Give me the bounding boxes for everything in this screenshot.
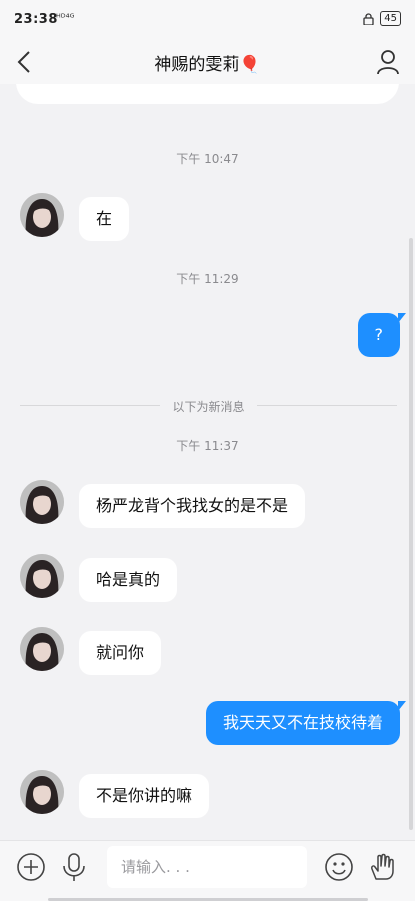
new-messages-divider: 以下为新消息	[20, 398, 397, 414]
lock-icon	[363, 12, 374, 25]
message-bubble-incoming[interactable]: 在	[79, 197, 130, 241]
divider-label: 以下为新消息	[172, 400, 245, 414]
balloon-emoji: 🎈	[239, 55, 261, 75]
message-bubble-incoming[interactable]: 杨严龙背个我找女的是不是	[79, 484, 306, 528]
chat-title: 神赐的雯莉🎈	[0, 50, 415, 75]
avatar-image	[20, 627, 64, 671]
message-list[interactable]: 下午 10:47 在 下午 11:29 ? 以下为新消息 下午 11:37 杨严…	[0, 84, 415, 840]
timestamp: 下午 10:47	[176, 152, 239, 166]
message-bubble-outgoing[interactable]: 我天天又不在技校待着	[205, 701, 407, 745]
chat-header: 神赐的雯莉🎈	[0, 40, 415, 84]
avatar-image	[20, 554, 64, 598]
emoji-icon[interactable]	[323, 851, 355, 883]
scrollbar[interactable]	[409, 238, 413, 830]
status-bar: 23:38 ᴴᴰ⁴ᴳ 45	[0, 0, 415, 40]
previous-card	[16, 84, 399, 104]
message-bubble-incoming[interactable]: 不是你讲的嘛	[79, 774, 210, 818]
input-bar: 请输入. . .	[0, 840, 415, 901]
avatar-image	[20, 480, 64, 524]
add-icon[interactable]	[15, 851, 47, 883]
network-indicator: ᴴᴰ⁴ᴳ	[56, 13, 75, 24]
message-bubble-outgoing[interactable]: ?	[357, 313, 406, 357]
message-input[interactable]: 请输入. . .	[107, 846, 307, 888]
status-time: 23:38	[14, 12, 58, 27]
timestamp: 下午 11:29	[176, 272, 239, 286]
timestamp: 下午 11:37	[176, 439, 239, 453]
avatar-image	[20, 770, 64, 814]
message-bubble-incoming[interactable]: 哈是真的	[79, 558, 178, 602]
gesture-icon[interactable]	[368, 851, 400, 883]
contact-name: 神赐的雯莉	[154, 55, 240, 75]
avatar[interactable]	[20, 554, 64, 598]
status-right: 45	[363, 11, 401, 26]
battery-indicator: 45	[380, 11, 401, 26]
message-bubble-incoming[interactable]: 就问你	[79, 631, 162, 675]
avatar[interactable]	[20, 193, 64, 237]
microphone-icon[interactable]	[58, 851, 90, 883]
person-icon[interactable]	[375, 48, 401, 76]
avatar[interactable]	[20, 627, 64, 671]
avatar[interactable]	[20, 770, 64, 814]
avatar[interactable]	[20, 480, 64, 524]
avatar-image	[20, 193, 64, 237]
